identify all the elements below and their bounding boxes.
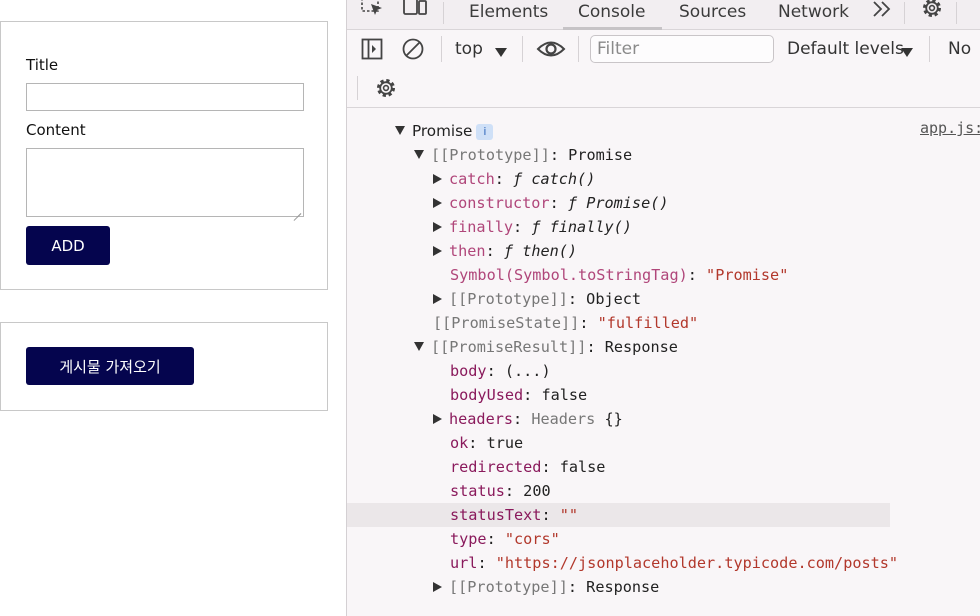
console-toolbar: top Filter Default levels No <box>347 30 980 108</box>
content-label: Content <box>26 121 86 139</box>
collapse-triangle-icon[interactable] <box>433 581 442 592</box>
web-page: Title Content ADD 게시물 가져오기 <box>0 0 346 616</box>
response-url-row: url: "https://jsonplaceholder.typicode.c… <box>450 554 899 572</box>
collapse-triangle-icon[interactable] <box>433 221 442 232</box>
collapse-triangle-icon[interactable] <box>433 197 442 208</box>
inspect-element-icon[interactable] <box>361 0 385 24</box>
console-settings-gear-icon[interactable] <box>374 76 398 104</box>
response-prototype-row[interactable]: [[Prototype]]: Response <box>433 575 659 599</box>
response-status-row: status: 200 <box>450 482 551 500</box>
clear-console-icon[interactable] <box>402 38 424 64</box>
source-link[interactable]: app.js: <box>920 119 980 137</box>
response-ok-row: ok: true <box>450 434 524 452</box>
devtools-panel: Elements Console Sources Network top Fil… <box>346 0 980 616</box>
response-bodyused-row: bodyUsed: false <box>450 386 588 404</box>
method-row-then[interactable]: then: ƒ then() <box>433 239 577 263</box>
fetch-posts-card: 게시물 가져오기 <box>0 322 328 411</box>
promise-state-row: [[PromiseState]]: "fulfilled" <box>433 314 699 332</box>
settings-gear-icon[interactable] <box>920 0 944 24</box>
context-select[interactable]: top <box>455 39 483 59</box>
tab-sources[interactable]: Sources <box>679 0 746 30</box>
promise-result-row[interactable]: [[PromiseResult]]: Response <box>414 335 678 359</box>
info-badge-icon[interactable]: i <box>476 123 494 140</box>
devtools-tabbar: Elements Console Sources Network <box>347 0 980 30</box>
method-row-catch[interactable]: catch: ƒ catch() <box>433 167 595 191</box>
promise-root-row[interactable]: Promise i <box>395 119 494 143</box>
response-type-row: type: "cors" <box>450 530 560 548</box>
tab-elements[interactable]: Elements <box>469 0 548 30</box>
tab-network[interactable]: Network <box>778 0 849 30</box>
expand-triangle-icon[interactable] <box>414 150 424 159</box>
promise-prototype-row[interactable]: [[Prototype]]: Promise <box>414 143 632 167</box>
tab-console[interactable]: Console <box>578 0 646 30</box>
content-textarea[interactable] <box>26 148 304 217</box>
method-row-finally[interactable]: finally: ƒ finally() <box>433 215 632 239</box>
collapse-triangle-icon[interactable] <box>433 413 442 424</box>
title-label: Title <box>26 56 59 74</box>
expand-triangle-icon[interactable] <box>395 126 405 135</box>
chevron-double-right-icon[interactable] <box>871 0 893 24</box>
log-levels-select[interactable]: Default levels <box>787 39 904 59</box>
filter-input[interactable]: Filter <box>590 35 774 63</box>
response-redirected-row: redirected: false <box>450 458 606 476</box>
expand-triangle-icon[interactable] <box>414 342 424 351</box>
resize-handle-icon[interactable] <box>293 206 301 214</box>
method-row-constructor[interactable]: constructor: ƒ Promise() <box>433 191 669 215</box>
add-button[interactable]: ADD <box>26 226 110 265</box>
fetch-posts-button[interactable]: 게시물 가져오기 <box>26 347 194 385</box>
response-body-row[interactable]: body: (...) <box>450 359 551 383</box>
collapse-triangle-icon[interactable] <box>433 173 442 184</box>
object-prototype-row[interactable]: [[Prototype]]: Object <box>433 287 641 311</box>
symbol-tostringtag-row: Symbol(Symbol.toStringTag): "Promise" <box>450 266 789 284</box>
levels-dropdown-icon[interactable] <box>901 43 913 62</box>
device-toolbar-icon[interactable] <box>401 0 429 24</box>
sidebar-toggle-icon[interactable] <box>361 38 383 64</box>
live-expression-eye-icon[interactable] <box>536 38 566 64</box>
collapse-triangle-icon[interactable] <box>433 245 442 256</box>
title-input[interactable] <box>26 83 304 111</box>
issues-counter[interactable]: No <box>948 39 971 59</box>
context-dropdown-icon[interactable] <box>495 43 507 62</box>
response-statustext-row: statusText: "" <box>347 503 890 527</box>
collapse-triangle-icon[interactable] <box>433 293 442 304</box>
response-headers-row[interactable]: headers: Headers {} <box>433 407 623 431</box>
console-output: app.js: Promise i [[Prototype]]: Promise … <box>347 109 980 616</box>
post-form-card: Title Content ADD <box>0 21 328 290</box>
